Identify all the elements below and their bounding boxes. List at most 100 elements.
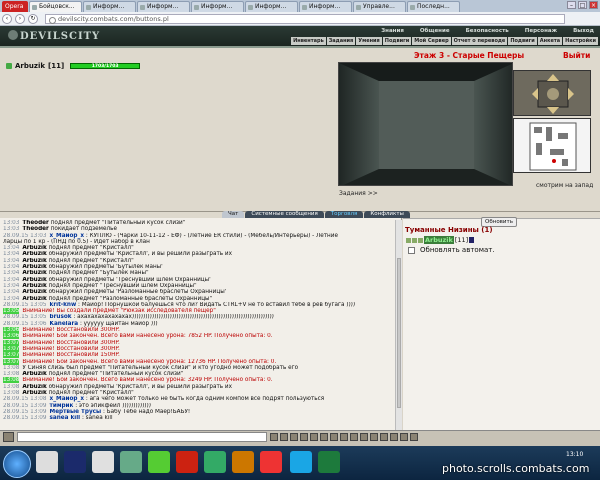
app-icon[interactable] (120, 451, 142, 473)
sender-name[interactable]: Arbuzik (22, 289, 46, 295)
translit-icon[interactable] (320, 433, 328, 441)
opera-icon[interactable] (176, 451, 198, 473)
torrent-icon[interactable] (148, 451, 170, 473)
maximize-icon[interactable]: □ (578, 1, 587, 9)
browser-tab[interactable]: Информ... (137, 1, 190, 12)
message-time[interactable]: 13:06 (3, 333, 20, 340)
menu-item[interactable]: Безопасность (466, 28, 509, 34)
message-time[interactable]: 13:03 (3, 220, 19, 226)
back-icon[interactable]: ‹ (2, 13, 12, 24)
message-time[interactable]: 28.09.15 13:09 (3, 409, 47, 415)
sender-name[interactable]: Arbuzik (22, 384, 46, 390)
auto-refresh-checkbox[interactable] (408, 246, 415, 254)
tab-trade[interactable]: Торговля (324, 211, 364, 218)
message-time[interactable]: 13:04 (3, 264, 19, 270)
message-time[interactable]: 28.09.15 13:05 (3, 302, 47, 308)
sender-name[interactable]: Arbuzik (22, 296, 46, 302)
sender-name[interactable]: Arbuzik (22, 277, 46, 283)
message-time[interactable]: 13:06 (3, 327, 20, 334)
url-input[interactable]: devilscity.combats.com/buttons.pl (45, 13, 565, 24)
help-icon[interactable] (400, 433, 408, 441)
sender-name[interactable]: Theoder (22, 220, 48, 226)
message-time[interactable]: 13:04 (3, 289, 19, 295)
chat-scrollbar[interactable] (395, 220, 402, 430)
menu-item[interactable]: Выход (573, 28, 594, 34)
info-icon[interactable] (469, 237, 475, 243)
sender-name[interactable]: Мертвые Трусы (50, 409, 102, 415)
sender-name[interactable]: Kanelara (50, 321, 79, 327)
sender-name[interactable]: Arbuzik (22, 251, 46, 257)
friends-icon[interactable] (380, 433, 388, 441)
app-icon[interactable] (260, 451, 282, 473)
browser-tab[interactable]: Информ... (245, 1, 298, 12)
message-time[interactable]: 28.09.15 13:06 (3, 321, 47, 327)
message-time[interactable]: 28.09.15 13:03 (3, 233, 47, 239)
message-time[interactable]: 13:05 (3, 308, 20, 315)
sender-name[interactable]: тимрик (50, 403, 74, 409)
mail-icon[interactable] (390, 433, 398, 441)
menu-item[interactable]: Персонаж (525, 28, 557, 34)
exit-link[interactable]: Выйти (563, 51, 590, 60)
forward-icon[interactable]: › (15, 13, 25, 24)
message-time[interactable]: 13:08 (3, 384, 19, 390)
sub-menu-item[interactable]: Настройки (563, 37, 598, 45)
sender-name[interactable]: x_Майор_x (50, 233, 85, 239)
message-time[interactable]: 13:08 (3, 377, 20, 384)
clear-icon[interactable] (290, 433, 298, 441)
skype-icon[interactable] (290, 451, 312, 473)
message-time[interactable]: 13:08 (3, 390, 19, 396)
minimize-icon[interactable]: – (567, 1, 576, 9)
auto-refresh-option[interactable]: Обновлять автомат. (408, 246, 495, 254)
smile-icon[interactable] (270, 433, 278, 441)
sub-menu-item[interactable]: Инвентарь (291, 37, 326, 45)
app-icon[interactable] (232, 451, 254, 473)
character-name[interactable]: Arbuzik (15, 62, 45, 70)
message-time[interactable]: 13:03 (3, 226, 19, 232)
message-time[interactable]: 28.09.15 13:05 (3, 314, 47, 320)
message-time[interactable]: 13:04 (3, 270, 19, 276)
message-time[interactable]: 13:07 (3, 358, 20, 365)
chat-input[interactable] (17, 432, 267, 442)
sub-menu-item[interactable]: Анкета (537, 37, 563, 45)
tab-system-messages[interactable]: Системные сообщения (245, 211, 324, 218)
exit-icon[interactable] (410, 433, 418, 441)
send-icon[interactable] (280, 433, 288, 441)
sender-name[interactable]: Arbuzik (22, 390, 46, 396)
browser-tab[interactable]: Управле... (353, 1, 406, 12)
message-time[interactable]: 13:04 (3, 245, 19, 251)
sender-name[interactable]: brusok (50, 314, 72, 320)
sound-icon[interactable] (340, 433, 348, 441)
explorer-icon[interactable] (36, 451, 58, 473)
close-icon[interactable]: × (589, 1, 598, 9)
sender-name[interactable]: Arbuzik (22, 270, 46, 276)
sender-name[interactable]: Arbuzik (22, 245, 46, 251)
message-time[interactable]: 13:07 (3, 345, 20, 352)
sender-name[interactable]: Arbuzik (22, 371, 46, 377)
sub-menu-item[interactable]: Умения (356, 37, 382, 45)
message-time[interactable]: 13:08 (3, 371, 19, 377)
message-time[interactable]: 13:04 (3, 283, 19, 289)
tab-conflicts[interactable]: Конфликты (364, 211, 410, 218)
message-time[interactable]: 13:04 (3, 258, 19, 264)
sub-menu-item[interactable]: Задания (326, 37, 356, 45)
dungeon-3d-view[interactable] (338, 62, 513, 186)
sender-name[interactable]: sanea kill (50, 415, 81, 421)
browser-tab[interactable]: Информ... (299, 1, 352, 12)
start-button[interactable] (3, 450, 31, 478)
message-time[interactable]: 28.09.15 13:09 (3, 415, 47, 421)
player-name[interactable]: Arbuzik (424, 236, 454, 244)
settings-icon[interactable] (350, 433, 358, 441)
message-time[interactable]: 13:04 (3, 277, 19, 283)
sender-name[interactable]: Arbuzik (22, 264, 46, 270)
sender-name[interactable]: Theoder (22, 226, 48, 232)
tasks-link[interactable]: Задания >> (339, 190, 378, 197)
sub-menu-item[interactable]: Подвиги (382, 37, 412, 45)
color-icon[interactable] (330, 433, 338, 441)
sender-name[interactable]: Arbuzik (22, 258, 46, 264)
filter-icon[interactable] (300, 433, 308, 441)
message-time[interactable]: 13:07 (3, 339, 20, 346)
reload-icon[interactable]: ↻ (28, 13, 38, 24)
browser-tab[interactable]: Бойцовск... (29, 1, 82, 12)
sender-name[interactable]: krit-knw (50, 302, 77, 308)
sub-menu-item[interactable]: Отчет о переводе (451, 37, 508, 45)
